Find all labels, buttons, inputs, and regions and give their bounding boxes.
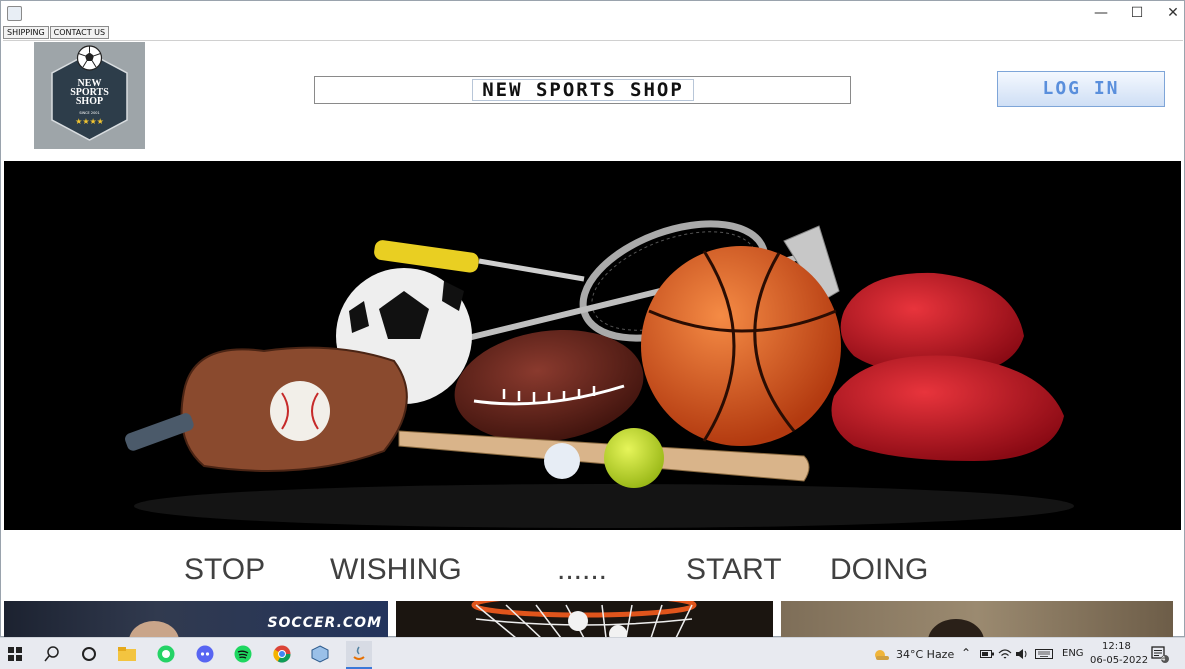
slogan-word-doing: DOING <box>830 553 929 586</box>
shop-title-field: NEW SPORTS SHOP <box>314 76 851 104</box>
discord-icon[interactable] <box>195 644 215 664</box>
file-explorer-icon[interactable] <box>117 644 137 664</box>
hero-sports-image <box>4 161 1181 530</box>
notification-icon[interactable] <box>1150 644 1170 664</box>
language-indicator[interactable]: ENG <box>1062 648 1084 659</box>
basketball-thumbnail[interactable] <box>396 601 773 638</box>
logo-stars: ★★★★ <box>75 117 104 126</box>
java-app-icon <box>7 6 22 21</box>
weather-text[interactable]: 34°C Haze <box>896 648 954 661</box>
login-button[interactable]: LOG IN <box>997 71 1165 107</box>
chevron-up-icon[interactable]: ⌃ <box>961 646 971 660</box>
battery-icon[interactable] <box>977 644 997 664</box>
start-windows-icon[interactable] <box>5 644 25 664</box>
menu-bar: SHIPPING CONTACT US <box>3 26 110 39</box>
windows-taskbar: 34°C Haze ⌃ ENG 12:18 06-05-2022 4 <box>0 637 1185 669</box>
slogan-ellipsis: ...... <box>557 553 608 586</box>
keyboard-icon[interactable] <box>1034 644 1054 664</box>
slogan-word-wishing: WISHING <box>330 553 462 586</box>
notification-count: 4 <box>1161 655 1166 663</box>
athlete-thumbnail[interactable] <box>781 601 1173 638</box>
clock-time[interactable]: 12:18 <box>1102 641 1131 652</box>
soccer-thumbnail[interactable]: SOCCER.COM <box>4 601 388 638</box>
title-bar: — ☐ ✕ <box>1 1 1184 25</box>
search-icon[interactable] <box>42 644 62 664</box>
soccer-com-logo: SOCCER.COM <box>267 615 382 631</box>
chrome-icon[interactable] <box>272 644 292 664</box>
golf-ball <box>544 443 580 479</box>
app-window: — ☐ ✕ SHIPPING CONTACT US NEW SPORTS SHO… <box>0 0 1185 638</box>
menu-divider <box>3 40 1183 41</box>
slogan-word-start: START <box>686 553 782 586</box>
logo-since: SINCE 2001 <box>79 111 100 115</box>
weather-icon <box>871 644 891 664</box>
spotify-icon[interactable] <box>233 644 253 664</box>
logo-text-shop: SHOP <box>76 96 103 107</box>
speaker-icon[interactable] <box>1012 644 1032 664</box>
java-app-taskbar-icon[interactable] <box>346 641 372 669</box>
virtualbox-icon[interactable] <box>310 644 330 664</box>
slogan-word-stop: STOP <box>184 553 266 586</box>
shop-logo: NEW SPORTS SHOP SINCE 2001 ★★★★ <box>34 42 145 149</box>
cortana-icon[interactable] <box>79 644 99 664</box>
menu-shipping[interactable]: SHIPPING <box>3 26 49 39</box>
shop-title: NEW SPORTS SHOP <box>472 79 694 101</box>
close-button[interactable]: ✕ <box>1155 3 1185 23</box>
whatsapp-icon[interactable] <box>156 644 176 664</box>
tennis-ball <box>604 428 664 488</box>
clock-date[interactable]: 06-05-2022 <box>1090 655 1148 666</box>
menu-contact-us[interactable]: CONTACT US <box>49 26 110 39</box>
soccer-ball-icon <box>76 45 103 71</box>
minimize-button[interactable]: — <box>1083 3 1119 23</box>
basketball <box>641 246 841 446</box>
maximize-button[interactable]: ☐ <box>1119 3 1155 23</box>
